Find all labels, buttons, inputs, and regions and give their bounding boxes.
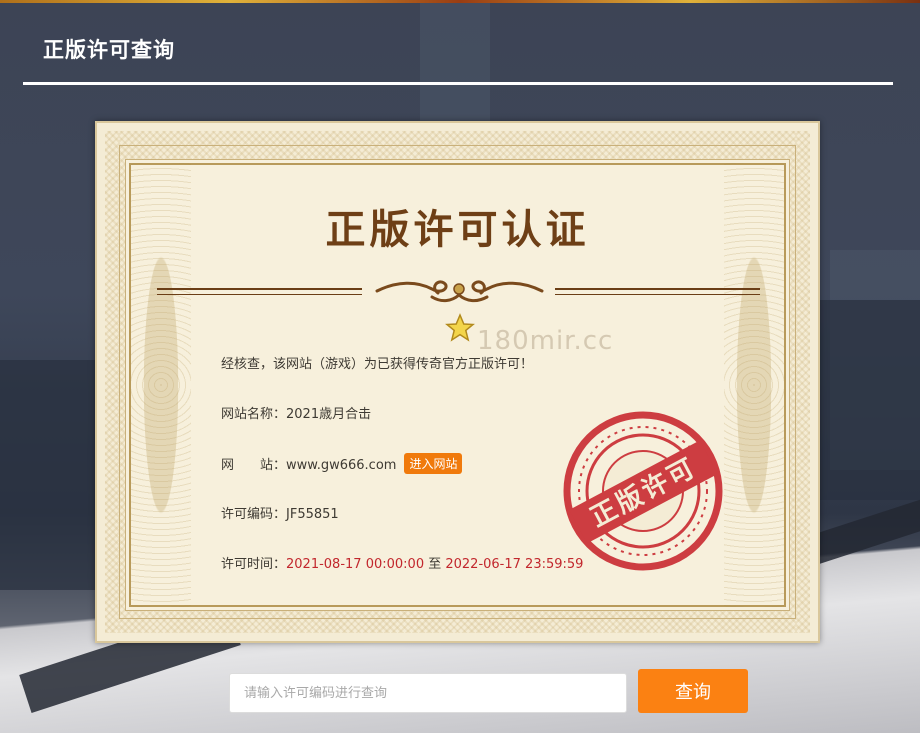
background-building xyxy=(820,300,920,500)
certificate-divider-right xyxy=(555,288,760,295)
top-decorative-strip xyxy=(0,0,920,3)
license-time-label: 许可时间： xyxy=(221,557,287,572)
header-divider xyxy=(23,82,893,85)
license-stamp-icon: 正版许可 xyxy=(563,411,723,571)
verification-statement: 经核查，该网站（游戏）为已获得传奇官方正版许可！ xyxy=(221,353,533,372)
search-button[interactable]: 查询 xyxy=(638,669,748,713)
site-name-row: 网站名称：2021歳月合击 xyxy=(221,403,371,422)
license-code-value: JF55851 xyxy=(286,507,339,522)
watermark-text: 180mir.cc xyxy=(477,326,614,356)
license-code-label: 许可编码： xyxy=(221,507,287,522)
license-time-start: 2021-08-17 00:00:00 xyxy=(286,557,425,572)
visit-website-button[interactable]: 进入网站 xyxy=(404,453,463,474)
license-code-search-input[interactable] xyxy=(229,673,627,713)
star-icon xyxy=(445,313,475,342)
website-value: www.gw666.com xyxy=(286,458,397,473)
certificate-divider-left xyxy=(157,288,362,295)
verification-text: 经核查，该网站（游戏）为已获得传奇官方正版许可！ xyxy=(221,357,534,372)
license-time-row: 许可时间：2021-08-17 00:00:00 至 2022-06-17 23… xyxy=(221,553,583,572)
website-label: 网 站： xyxy=(221,458,287,473)
license-certificate: 正版许可认证 180mir.cc 经核查，该网站（游戏）为已获得传奇官方正版许可… xyxy=(95,121,820,643)
certificate-title: 正版许可认证 xyxy=(325,206,590,253)
site-name-label: 网站名称： xyxy=(221,407,287,422)
page-title: 正版许可查询 xyxy=(43,38,175,62)
scroll-ornament-icon xyxy=(375,280,544,303)
site-name-value: 2021歳月合击 xyxy=(286,407,372,422)
website-row: 网 站：www.gw666.com 进入网站 xyxy=(221,453,463,474)
license-time-separator: 至 xyxy=(424,557,446,572)
license-code-row: 许可编码：JF55851 xyxy=(221,503,339,522)
